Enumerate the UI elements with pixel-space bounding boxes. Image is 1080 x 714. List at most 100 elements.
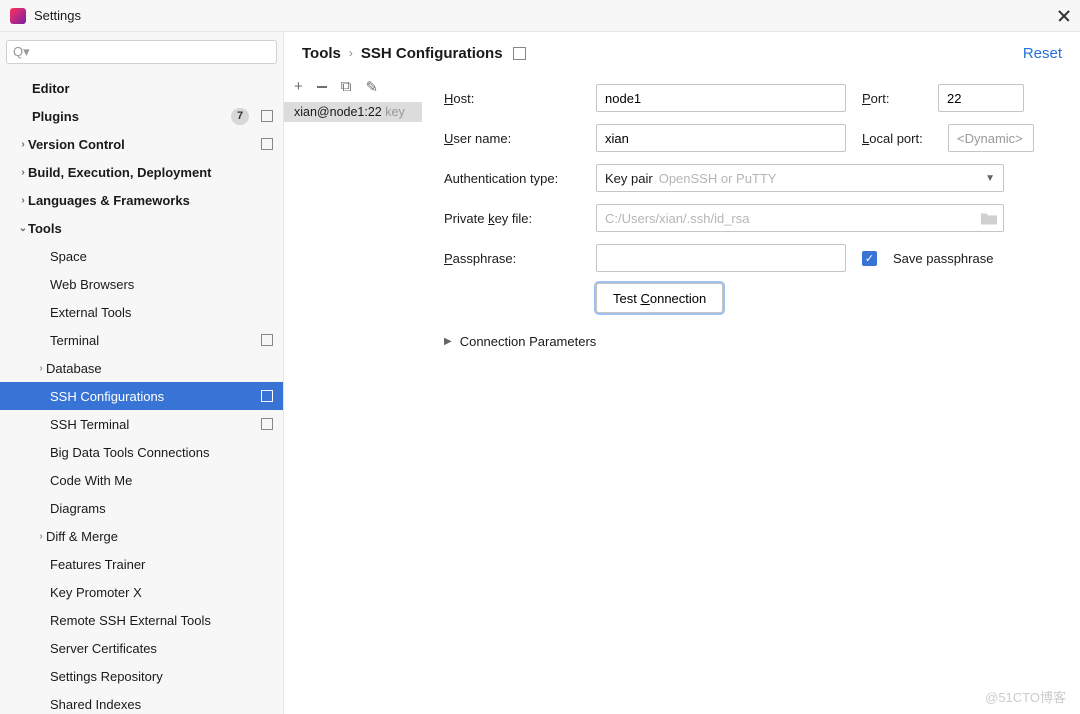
- sidebar-item-ssh-configurations[interactable]: SSH Configurations: [0, 382, 283, 410]
- keyfile-label: Private key file:: [444, 211, 580, 226]
- chevron-right-icon: ›: [18, 195, 28, 206]
- chevron-right-icon: ›: [36, 363, 46, 374]
- sidebar-item-shared-indexes[interactable]: Shared Indexes: [0, 690, 283, 714]
- authtype-select[interactable]: Key pair OpenSSH or PuTTY ▼: [596, 164, 1004, 192]
- chevron-right-icon: ›: [18, 167, 28, 178]
- browse-icon[interactable]: [981, 212, 997, 225]
- sidebar-item-external-tools[interactable]: External Tools: [0, 298, 283, 326]
- passphrase-label: Passphrase:: [444, 251, 580, 266]
- sidebar-label: Terminal: [50, 333, 255, 348]
- sidebar-item-key-promoter[interactable]: Key Promoter X: [0, 578, 283, 606]
- watermark: @51CTO博客: [985, 687, 1066, 706]
- sidebar-item-space[interactable]: Space: [0, 242, 283, 270]
- chevron-right-icon: ›: [36, 531, 46, 542]
- sidebar-item-version-control[interactable]: ›Version Control: [0, 130, 283, 158]
- sidebar-item-diff-merge[interactable]: ›Diff & Merge: [0, 522, 283, 550]
- sidebar-label: Diagrams: [50, 501, 273, 516]
- sidebar-item-terminal[interactable]: Terminal: [0, 326, 283, 354]
- sidebar-item-settings-repository[interactable]: Settings Repository: [0, 662, 283, 690]
- sidebar-item-big-data-tools[interactable]: Big Data Tools Connections: [0, 438, 283, 466]
- remove-icon[interactable]: [317, 78, 327, 96]
- localport-label: Local port:: [862, 131, 932, 146]
- project-scope-icon: [261, 334, 273, 346]
- sidebar-item-tools[interactable]: ⌄Tools: [0, 214, 283, 242]
- authtype-hint: OpenSSH or PuTTY: [659, 171, 777, 186]
- sidebar-label: External Tools: [50, 305, 273, 320]
- sidebar-label: Settings Repository: [50, 669, 273, 684]
- sidebar-label: Tools: [28, 221, 273, 236]
- window-title: Settings: [34, 8, 1058, 23]
- sidebar-item-remote-ssh-ext-tools[interactable]: Remote SSH External Tools: [0, 606, 283, 634]
- search-input[interactable]: [34, 45, 270, 60]
- sidebar-label: Plugins: [32, 109, 231, 124]
- save-passphrase-checkbox[interactable]: ✓: [862, 251, 877, 266]
- sidebar-item-web-browsers[interactable]: Web Browsers: [0, 270, 283, 298]
- app-icon: [10, 8, 26, 24]
- localport-input[interactable]: [948, 124, 1034, 152]
- sidebar-label: Space: [50, 249, 273, 264]
- project-scope-icon: [261, 390, 273, 402]
- connection-parameters-label: Connection Parameters: [460, 334, 597, 349]
- breadcrumb-root[interactable]: Tools: [302, 45, 341, 62]
- sidebar-item-editor[interactable]: Editor: [0, 74, 283, 102]
- project-scope-icon: [261, 110, 273, 122]
- port-label: Port:: [862, 91, 922, 106]
- breadcrumb-leaf: SSH Configurations: [361, 45, 503, 62]
- username-label: User name:: [444, 131, 580, 146]
- reset-link[interactable]: Reset: [1023, 45, 1062, 62]
- sidebar-label: Features Trainer: [50, 557, 273, 572]
- sidebar-label: Server Certificates: [50, 641, 273, 656]
- sidebar-label: Diff & Merge: [46, 529, 273, 544]
- connection-parameters-toggle[interactable]: ▶ Connection Parameters: [444, 334, 1052, 349]
- sidebar-label: Web Browsers: [50, 277, 273, 292]
- add-icon[interactable]: +: [294, 78, 303, 96]
- config-list-item[interactable]: xian@node1:22 key: [284, 102, 422, 122]
- authtype-value: Key pair: [605, 171, 653, 186]
- sidebar-label: Remote SSH External Tools: [50, 613, 273, 628]
- sidebar-item-database[interactable]: ›Database: [0, 354, 283, 382]
- sidebar-item-plugins[interactable]: Plugins7: [0, 102, 283, 130]
- sidebar-label: Languages & Frameworks: [28, 193, 273, 208]
- sidebar-item-build-exec-deploy[interactable]: ›Build, Execution, Deployment: [0, 158, 283, 186]
- sidebar-label: Editor: [32, 81, 273, 96]
- sidebar-label: Shared Indexes: [50, 697, 273, 712]
- config-item-auth: key: [382, 105, 405, 119]
- username-input[interactable]: [596, 124, 846, 152]
- sidebar-item-server-certificates[interactable]: Server Certificates: [0, 634, 283, 662]
- search-icon: Q▾: [13, 44, 30, 60]
- chevron-right-icon: ▶: [444, 336, 452, 347]
- copy-icon[interactable]: ⧉: [341, 78, 352, 96]
- sidebar-label: Big Data Tools Connections: [50, 445, 273, 460]
- sidebar-label: Key Promoter X: [50, 585, 273, 600]
- close-icon[interactable]: [1058, 10, 1070, 22]
- plugins-badge: 7: [231, 108, 249, 125]
- chevron-right-icon: ›: [349, 46, 353, 60]
- sidebar-label: Database: [46, 361, 273, 376]
- host-input[interactable]: [596, 84, 846, 112]
- authtype-label: Authentication type:: [444, 171, 580, 186]
- sidebar-label: Build, Execution, Deployment: [28, 165, 273, 180]
- sidebar-item-diagrams[interactable]: Diagrams: [0, 494, 283, 522]
- keyfile-input-wrap[interactable]: [596, 204, 1004, 232]
- chevron-down-icon: ⌄: [18, 223, 28, 234]
- sidebar-item-features-trainer[interactable]: Features Trainer: [0, 550, 283, 578]
- passphrase-input[interactable]: [596, 244, 846, 272]
- edit-icon[interactable]: ✎: [365, 78, 378, 96]
- save-passphrase-label: Save passphrase: [893, 251, 993, 266]
- sidebar-item-lang-frameworks[interactable]: ›Languages & Frameworks: [0, 186, 283, 214]
- test-connection-button[interactable]: Test Connection: [596, 283, 723, 313]
- chevron-right-icon: ›: [18, 139, 28, 150]
- breadcrumb: Tools › SSH Configurations Reset: [284, 32, 1080, 74]
- sidebar-label: Version Control: [28, 137, 255, 152]
- chevron-down-icon: ▼: [985, 173, 995, 184]
- port-input[interactable]: [938, 84, 1024, 112]
- config-item-name: xian@node1:22: [294, 105, 382, 119]
- project-scope-icon: [513, 47, 526, 60]
- project-scope-icon: [261, 418, 273, 430]
- keyfile-input[interactable]: [605, 211, 981, 226]
- sidebar-label: SSH Terminal: [50, 417, 255, 432]
- sidebar-item-code-with-me[interactable]: Code With Me: [0, 466, 283, 494]
- sidebar-item-ssh-terminal[interactable]: SSH Terminal: [0, 410, 283, 438]
- project-scope-icon: [261, 138, 273, 150]
- search-box[interactable]: Q▾: [6, 40, 277, 64]
